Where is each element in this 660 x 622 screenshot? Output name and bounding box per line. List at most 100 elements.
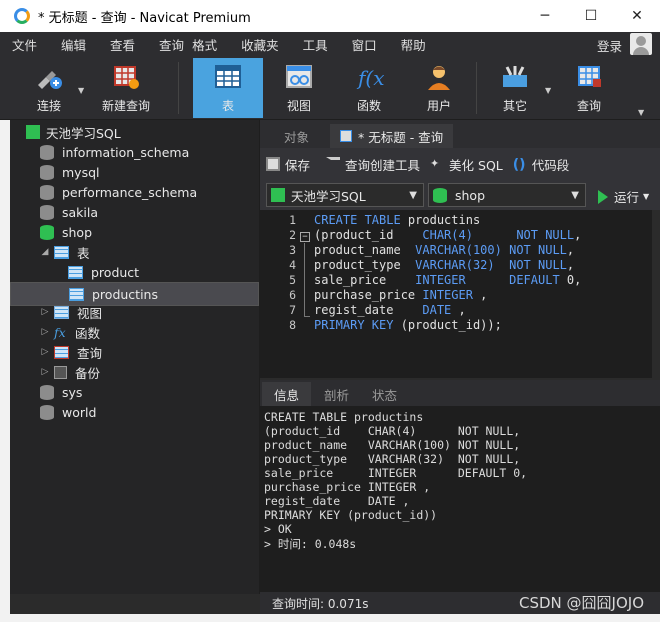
new-query-icon	[111, 63, 141, 91]
line-number: 7	[289, 303, 296, 317]
menu-window[interactable]: 窗口	[340, 35, 389, 54]
connection-select[interactable]: 天池学习SQL ▼	[266, 183, 424, 207]
toolbar-overflow-icon[interactable]: ▼	[638, 108, 644, 117]
tab-info[interactable]: 信息	[262, 382, 312, 406]
toolbar-separator	[178, 62, 179, 114]
database-icon	[40, 224, 54, 240]
fold-guide-end	[304, 316, 310, 317]
svg-text:f(x): f(x)	[356, 66, 384, 90]
table-button[interactable]: 表	[193, 58, 263, 118]
line-number: 5	[289, 273, 296, 287]
close-button[interactable]: ✕	[614, 0, 660, 32]
window-controls: ─ ☐ ✕	[522, 0, 660, 32]
mysql-connection-icon	[271, 188, 285, 202]
background-page-bottom	[0, 614, 660, 622]
tree-folder-tables[interactable]: ◢ 表	[40, 242, 90, 262]
database-icon	[40, 164, 54, 180]
backup-folder-icon	[54, 365, 67, 379]
menu-format[interactable]: 格式	[188, 35, 229, 54]
sql-editor[interactable]: 12345678 − CREATE TABLE productins (produ…	[260, 210, 652, 378]
menu-tools[interactable]: 工具	[291, 35, 340, 54]
login-link[interactable]: 登录	[597, 36, 622, 55]
tree-db-world[interactable]: world	[40, 402, 96, 422]
database-icon	[40, 144, 54, 160]
table-icon	[69, 287, 84, 301]
editor-scrollbar[interactable]	[652, 210, 660, 378]
document-tabs: 对象 * 无标题 - 查询	[260, 120, 660, 148]
minimize-button[interactable]: ─	[522, 0, 568, 32]
database-icon	[40, 204, 54, 220]
code-line: PRIMARY KEY (product_id));	[314, 318, 502, 332]
tree-db-mysql[interactable]: mysql	[40, 162, 100, 182]
menu-favorites[interactable]: 收藏夹	[229, 35, 291, 54]
tree-db-shop[interactable]: shop	[40, 222, 92, 242]
menu-file[interactable]: 文件	[0, 35, 49, 54]
connection-icon	[34, 63, 64, 91]
code-line: purchase_price INTEGER ,	[314, 288, 488, 302]
code-snippet-button[interactable]: () 代码段	[513, 155, 570, 174]
tree-folder-queries[interactable]: ▷ 查询	[40, 342, 102, 362]
collapse-icon[interactable]: ◢	[40, 247, 50, 257]
code-line: regist_date DATE ,	[314, 303, 466, 317]
others-dropdown-icon[interactable]: ▼	[545, 86, 551, 95]
query-builder-button[interactable]: 查询创建工具	[326, 155, 420, 174]
chevron-down-icon: ▼	[409, 189, 417, 201]
tab-query[interactable]: * 无标题 - 查询	[330, 124, 454, 148]
menu-view[interactable]: 查看	[98, 35, 147, 54]
tree-folder-functions[interactable]: ▷ fx 函数	[40, 322, 100, 342]
connection-dropdown-icon[interactable]: ▼	[78, 86, 84, 95]
expand-icon[interactable]: ▷	[40, 367, 50, 377]
line-number: 6	[289, 288, 296, 302]
play-icon	[598, 189, 608, 204]
background-page-edge	[0, 56, 10, 622]
line-number: 8	[289, 318, 296, 332]
menu-help[interactable]: 帮助	[389, 35, 438, 54]
tree-db-information-schema[interactable]: information_schema	[40, 142, 189, 162]
expand-icon[interactable]: ▷	[40, 307, 50, 317]
tree-table-product[interactable]: product	[68, 262, 139, 282]
query-tab-icon	[340, 130, 352, 142]
save-button[interactable]: 保存	[266, 155, 310, 174]
output-line: > OK	[264, 522, 292, 536]
tree-folder-backups[interactable]: ▷ 备份	[40, 362, 100, 382]
table-icon	[213, 63, 243, 91]
expand-icon[interactable]: ▷	[40, 347, 50, 357]
run-button[interactable]: 运行 ▼	[598, 187, 649, 206]
avatar[interactable]	[630, 33, 652, 55]
line-number: 4	[289, 258, 296, 272]
save-icon	[266, 157, 280, 171]
maximize-button[interactable]: ☐	[568, 0, 614, 32]
table-icon	[68, 265, 83, 279]
query-button[interactable]: 查询	[558, 58, 620, 118]
user-button[interactable]: 用户	[408, 58, 470, 118]
database-select[interactable]: shop ▼	[428, 183, 586, 207]
tab-status[interactable]: 状态	[360, 382, 409, 406]
new-query-button[interactable]: 新建查询	[96, 58, 156, 118]
output-line: regist_date DATE ,	[264, 494, 410, 508]
fold-collapse-icon[interactable]: −	[300, 232, 310, 242]
tree-connection[interactable]: 天池学习SQL	[26, 122, 121, 142]
menu-edit[interactable]: 编辑	[49, 35, 98, 54]
expand-icon[interactable]: ▷	[40, 327, 50, 337]
function-button[interactable]: f(x) 函数	[338, 58, 400, 118]
query-icon	[574, 63, 604, 91]
tab-profile[interactable]: 剖析	[312, 382, 361, 406]
view-button[interactable]: 视图	[268, 58, 330, 118]
user-icon	[424, 63, 454, 91]
run-dropdown-icon[interactable]: ▼	[643, 192, 649, 201]
database-icon	[40, 404, 54, 420]
table-folder-icon	[54, 245, 69, 259]
tree-db-sakila[interactable]: sakila	[40, 202, 98, 222]
tree-folder-views[interactable]: ▷ 视图	[40, 302, 102, 322]
beautify-sql-button[interactable]: ✦ 美化 SQL	[430, 155, 503, 174]
connection-button[interactable]: 连接	[20, 58, 78, 118]
function-icon: f(x)	[354, 63, 392, 91]
query-folder-icon	[54, 345, 69, 359]
tree-db-performance-schema[interactable]: performance_schema	[40, 182, 197, 202]
hammer-icon	[326, 157, 341, 171]
menu-query[interactable]: 查询	[147, 35, 188, 54]
toolbar-separator	[476, 62, 477, 114]
tab-objects[interactable]: 对象	[274, 124, 319, 148]
others-button[interactable]: 其它	[484, 58, 546, 118]
tree-db-sys[interactable]: sys	[40, 382, 82, 402]
